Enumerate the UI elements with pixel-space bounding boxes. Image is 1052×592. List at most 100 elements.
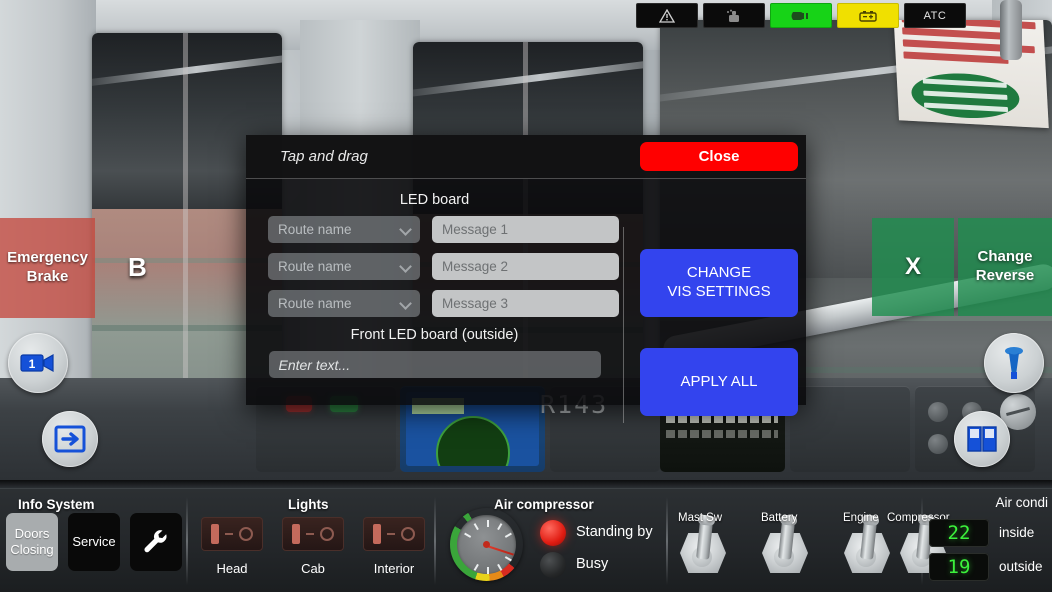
led-board-dialog: Tap and drag Close LED board Route name … [246, 135, 806, 423]
dialog-action-column: CHANGE VIS SETTINGS APPLY ALL [640, 179, 806, 416]
doors-closing-label: Doors Closing [10, 526, 54, 557]
brake-notch-indicator: B [128, 252, 147, 282]
atc-indicator[interactable]: ATC [904, 3, 966, 28]
dashboard-knob [928, 402, 948, 422]
engine-switch-toggle[interactable] [840, 517, 894, 575]
service-label: Service [72, 534, 116, 550]
light-switch-interior[interactable] [363, 517, 425, 551]
x-button[interactable]: X [872, 218, 954, 316]
cab-grab-handle [1000, 0, 1022, 60]
camera-icon: 1 [20, 353, 54, 373]
route-name-select-2[interactable]: Route name [268, 253, 420, 280]
battery-switch-label: Battery [761, 512, 798, 524]
chevron-down-icon [399, 297, 412, 310]
atc-label: ATC [923, 9, 947, 22]
doors-closing-button[interactable]: Doors Closing [6, 513, 58, 571]
change-vis-settings-button[interactable]: CHANGE VIS SETTINGS [640, 249, 798, 317]
service-button[interactable]: Service [68, 513, 120, 571]
dialog-header[interactable]: Tap and drag Close [246, 135, 806, 179]
lights-title: Lights [288, 497, 329, 512]
gauge-hub [483, 541, 490, 548]
gauge-tick [504, 556, 512, 562]
status-bar: ATC [636, 3, 966, 28]
close-button[interactable]: Close [640, 142, 798, 171]
light-switch-head[interactable] [201, 517, 263, 551]
led-row-2: Route name [246, 253, 623, 280]
change-reverse-button[interactable]: Change Reverse [958, 218, 1052, 316]
route-name-select-3-value: Route name [278, 296, 352, 311]
bottom-control-bar: Info System Doors Closing Service Lights… [0, 488, 1052, 592]
chevron-down-icon [399, 260, 412, 273]
headlight-indicator[interactable] [770, 3, 832, 28]
doors-button[interactable] [954, 411, 1010, 467]
dashboard-knob [928, 434, 948, 454]
front-led-text-input[interactable] [268, 351, 601, 378]
air-conditioning-title: Air condi [995, 495, 1048, 510]
poster-badge-text [910, 71, 1020, 121]
apply-all-button[interactable]: APPLY ALL [640, 348, 798, 416]
change-vis-settings-label: CHANGE VIS SETTINGS [667, 264, 771, 300]
train-simulator-screen: 12 9 8 7 6 [0, 0, 1052, 592]
gauge-tick [486, 520, 489, 527]
gauge-needle [486, 544, 514, 556]
gauge-tick [463, 532, 471, 538]
gauge-tick [473, 563, 479, 571]
dialog-body: LED board Route name Route name [246, 179, 806, 423]
headlight-icon [791, 11, 808, 20]
compressor-indicator[interactable] [703, 3, 765, 28]
battery-indicator[interactable] [837, 3, 899, 28]
exit-cab-button[interactable] [42, 411, 98, 467]
switch-dash-icon [387, 533, 395, 535]
dashboard-cdu-readout [666, 430, 778, 438]
led-row-3: Route name [246, 290, 623, 317]
switch-bar-icon [211, 524, 219, 544]
route-name-select-2-value: Route name [278, 259, 352, 274]
battery-icon [859, 10, 877, 22]
horn-button[interactable] [984, 333, 1044, 393]
switch-circle-icon [320, 527, 334, 541]
master-switch-toggle[interactable] [676, 517, 730, 575]
gauge-tick [486, 567, 489, 574]
led-form-column: LED board Route name Route name [246, 179, 623, 378]
switch-circle-icon [401, 527, 415, 541]
warning-indicator[interactable] [636, 3, 698, 28]
battery-switch-toggle[interactable] [758, 517, 812, 575]
message-input-2[interactable] [432, 253, 619, 280]
drag-hint-label: Tap and drag [280, 148, 368, 165]
message-input-3[interactable] [432, 290, 619, 317]
switch-bar-icon [373, 524, 381, 544]
outside-temperature-label: outside [999, 559, 1043, 574]
gauge-tick [473, 523, 479, 531]
camera-view-button[interactable]: 1 [8, 333, 68, 393]
platform-post [183, 33, 189, 433]
dashboard-right-panel [790, 386, 910, 472]
route-name-select-1-value: Route name [278, 222, 352, 237]
emergency-brake-button[interactable]: Emergency Brake [0, 218, 95, 318]
dashboard-shadow [0, 480, 1052, 488]
bar-separator [186, 497, 188, 585]
chevron-down-icon [399, 223, 412, 236]
master-switch-label: Mast Sw [678, 512, 723, 524]
compressor-icon [727, 9, 739, 22]
warning-icon [659, 8, 675, 23]
switch-circle-icon [239, 527, 253, 541]
switch-dash-icon [225, 533, 233, 535]
settings-wrench-button[interactable] [130, 513, 182, 571]
doors-icon [967, 426, 997, 452]
bar-separator [434, 497, 436, 585]
station-poster [893, 20, 1049, 129]
light-switch-cab[interactable] [282, 517, 344, 551]
exit-arrow-icon [54, 425, 86, 453]
led-board-title: LED board [399, 192, 470, 208]
message-input-1[interactable] [432, 216, 619, 243]
info-system-title: Info System [18, 497, 95, 512]
bar-separator [666, 497, 668, 585]
route-name-select-3[interactable]: Route name [268, 290, 420, 317]
led-row-1: Route name [246, 216, 623, 243]
route-name-select-1[interactable]: Route name [268, 216, 420, 243]
poster-badge [910, 70, 1021, 121]
horn-icon [1005, 347, 1023, 379]
poster-text-line [903, 51, 1009, 64]
gauge-face [457, 515, 516, 574]
change-reverse-label: Change Reverse [975, 248, 1035, 284]
